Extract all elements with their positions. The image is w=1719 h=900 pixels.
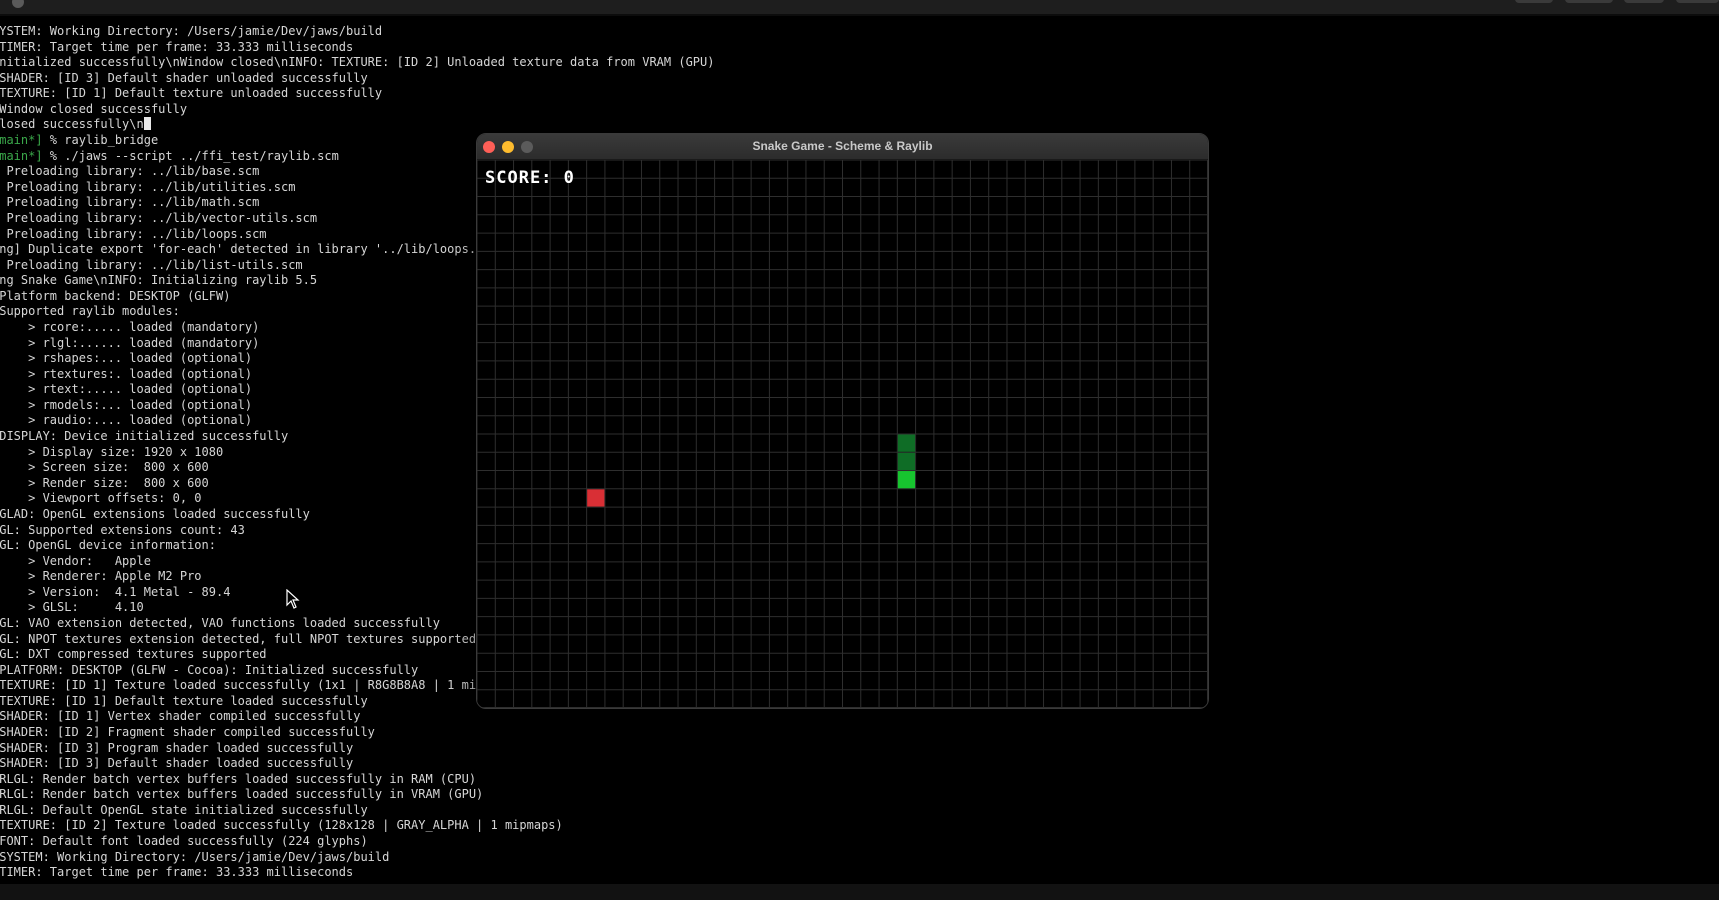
score-label: SCORE: 0 [485, 168, 575, 188]
top-bar-tab[interactable] [1565, 0, 1613, 3]
top-bar-tab[interactable] [1515, 0, 1553, 3]
terminal-line: SHADER: [ID 3] Default shader loaded suc… [0, 756, 354, 771]
terminal-line: FONT: Default font loaded successfully (… [0, 834, 368, 849]
prompt-label: [main*] [0, 148, 43, 163]
terminal-line: closed successfully\n [0, 117, 714, 133]
mouse-pointer-icon [286, 589, 300, 609]
snake-game-window[interactable]: Snake Game - Scheme & Raylib SCORE: 0 [476, 133, 1209, 709]
game-board[interactable] [477, 160, 1208, 708]
terminal-line: RLGL: Default OpenGL state initialized s… [0, 802, 368, 817]
window-title: Snake Game - Scheme & Raylib [752, 139, 933, 153]
terminal-line: TIMER: Target time per frame: 33.333 mil… [0, 39, 354, 54]
terminal-line: Window closed successfully [0, 101, 188, 116]
terminal-line: TEXTURE: [ID 2] Texture loaded successfu… [0, 818, 563, 833]
terminal-line: initialized successfully\nWindow closed\… [0, 55, 715, 70]
terminal-line: SHADER: [ID 1] Vertex shader compiled su… [0, 709, 361, 724]
game-window-titlebar[interactable]: Snake Game - Scheme & Raylib [477, 134, 1208, 160]
terminal-line: SYSTEM: Working Directory: /Users/jamie/… [0, 849, 390, 864]
terminal-line: TIMER: Target time per frame: 33.333 mil… [0, 865, 354, 880]
window-bottom-bar [0, 884, 1719, 900]
snake-body-segment [897, 452, 916, 471]
terminal-line: RLGL: Render batch vertex buffers loaded… [0, 787, 484, 802]
snake-head [897, 471, 916, 489]
terminal-line: TEXTURE: [ID 1] Default texture unloaded… [0, 86, 383, 101]
prompt-label: [main*] [0, 133, 43, 148]
terminal-line: SHADER: [ID 3] Default shader unloaded s… [0, 70, 368, 85]
window-top-bar [0, 0, 1719, 14]
food-pellet [587, 489, 605, 507]
top-bar-tab[interactable] [1676, 0, 1719, 3]
terminal-line: SHADER: [ID 3] Program shader loaded suc… [0, 740, 354, 755]
terminal-line: SHADER: [ID 2] Fragment shader compiled … [0, 725, 375, 740]
snake-body-segment [897, 434, 916, 452]
top-bar-control[interactable] [12, 0, 24, 8]
top-bar-tab[interactable] [1624, 0, 1664, 3]
text-cursor [143, 117, 151, 131]
terminal-line: RLGL: Render batch vertex buffers loaded… [0, 771, 477, 786]
terminal-line: SYSTEM: Working Directory: /Users/jamie/… [0, 24, 383, 38]
